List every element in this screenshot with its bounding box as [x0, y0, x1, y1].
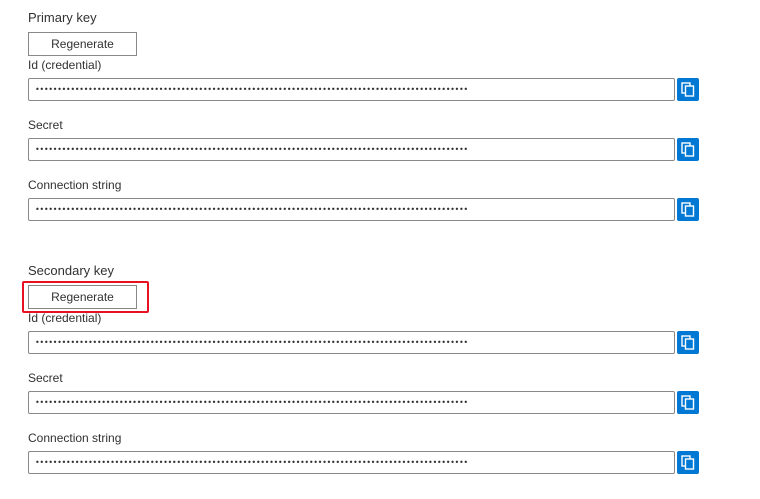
copy-icon: [681, 82, 695, 97]
copy-icon: [681, 142, 695, 157]
keys-panel: Primary key Regenerate Id (credential) S…: [0, 0, 760, 499]
copy-icon: [681, 395, 695, 410]
secondary-id-copy-button[interactable]: [677, 331, 699, 354]
primary-id-label: Id (credential): [28, 58, 102, 72]
secondary-connection-string-label: Connection string: [28, 431, 122, 445]
primary-secret-label: Secret: [28, 118, 63, 132]
secondary-id-label: Id (credential): [28, 311, 102, 325]
secondary-connection-string-field[interactable]: [28, 451, 675, 474]
primary-connection-string-copy-button[interactable]: [677, 198, 699, 221]
primary-id-copy-button[interactable]: [677, 78, 699, 101]
secondary-connection-string-copy-button[interactable]: [677, 451, 699, 474]
secondary-secret-field[interactable]: [28, 391, 675, 414]
copy-icon: [681, 335, 695, 350]
primary-connection-string-label: Connection string: [28, 178, 122, 192]
primary-connection-string-field[interactable]: [28, 198, 675, 221]
copy-icon: [681, 455, 695, 470]
secondary-secret-label: Secret: [28, 371, 63, 385]
primary-key-title: Primary key: [28, 10, 97, 25]
secondary-key-title: Secondary key: [28, 263, 114, 278]
primary-id-field[interactable]: [28, 78, 675, 101]
primary-secret-copy-button[interactable]: [677, 138, 699, 161]
primary-secret-field[interactable]: [28, 138, 675, 161]
secondary-id-field[interactable]: [28, 331, 675, 354]
secondary-regenerate-button[interactable]: Regenerate: [28, 285, 137, 309]
copy-icon: [681, 202, 695, 217]
secondary-secret-copy-button[interactable]: [677, 391, 699, 414]
primary-regenerate-button[interactable]: Regenerate: [28, 32, 137, 56]
